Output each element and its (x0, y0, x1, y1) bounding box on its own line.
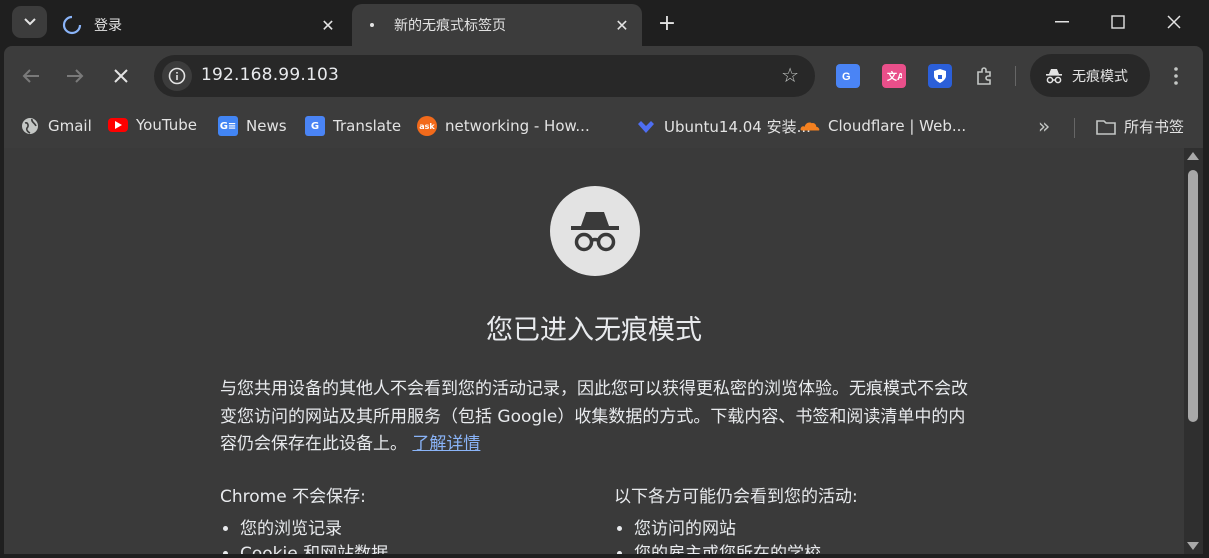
scroll-up-arrow-icon[interactable] (1187, 152, 1199, 160)
chrome-wont-save-section: Chrome 不会保存: 您的浏览记录 Cookie 和网站数据 (220, 482, 388, 554)
bookmark-translate[interactable]: G Translate (305, 116, 401, 136)
tab-login[interactable]: 登录 ✕ (52, 4, 348, 46)
shield-lock-extension-icon[interactable] (928, 64, 952, 88)
section-heading: Chrome 不会保存: (220, 487, 366, 507)
list-item: Cookie 和网站数据 (240, 542, 388, 554)
more-menu-button[interactable] (1164, 62, 1188, 90)
maximize-icon (1111, 15, 1125, 29)
incognito-label: 无痕模式 (1072, 68, 1128, 85)
loading-spinner-icon (62, 15, 82, 35)
bookmarks-bar: Gmail YouTube G≡ News G Translate ask ne… (4, 106, 1203, 149)
svg-text:G: G (842, 71, 851, 83)
minimize-icon (1055, 21, 1069, 23)
cloudflare-icon (800, 116, 820, 136)
forward-button[interactable] (60, 61, 90, 91)
back-button[interactable] (16, 61, 46, 91)
bookmark-youtube[interactable]: YouTube (108, 116, 197, 134)
learn-more-link[interactable]: 了解详情 (412, 434, 480, 454)
url-text[interactable]: 192.168.99.103 (201, 65, 339, 85)
bookmark-networking[interactable]: ask networking - How... (417, 116, 590, 136)
tab-title: 新的无痕式标签页 (394, 18, 506, 34)
list-item: 您访问的网站 (634, 517, 858, 542)
vertical-scrollbar[interactable] (1184, 148, 1203, 554)
incognito-ntp: 您已进入无痕模式 与您共用设备的其他人不会看到您的活动记录，因此您可以获得更私密… (4, 148, 1184, 554)
svg-text:文A: 文A (887, 70, 902, 83)
site-info-button[interactable] (162, 61, 192, 91)
close-icon (1167, 15, 1181, 29)
scrollbar-thumb[interactable] (1188, 170, 1198, 422)
browser-window: 登录 ✕ 新的无痕式标签页 ✕ + 192.168.99.103 ☆ G 文A … (0, 0, 1209, 558)
globe-icon (20, 116, 40, 136)
youtube-icon (108, 118, 128, 132)
bookmark-cloudflare[interactable]: Cloudflare | Web... (800, 116, 966, 136)
chevron-down-icon (23, 18, 36, 26)
folder-icon (1096, 117, 1116, 137)
more-vert-icon (1174, 67, 1178, 85)
tab-new-incognito[interactable]: 新的无痕式标签页 ✕ (352, 4, 642, 46)
list-item: 您的雇主或您所在的学校 (634, 542, 858, 554)
toolbar: 192.168.99.103 ☆ G 文A 无痕模式 (4, 46, 1203, 106)
list-item: 您的浏览记录 (240, 517, 388, 542)
close-icon (114, 69, 128, 83)
tab-strip: 登录 ✕ 新的无痕式标签页 ✕ + (0, 0, 1209, 46)
address-bar[interactable]: 192.168.99.103 ☆ (154, 55, 815, 97)
maximize-button[interactable] (1090, 4, 1146, 40)
minimize-button[interactable] (1034, 4, 1090, 40)
incognito-icon (550, 186, 640, 276)
info-icon (168, 67, 186, 85)
all-bookmarks-button[interactable]: 所有书签 (1096, 116, 1184, 137)
scroll-down-arrow-icon[interactable] (1187, 542, 1199, 550)
google-translate-icon: G (305, 116, 325, 136)
toolbar-divider (1015, 66, 1016, 86)
tab-close-icon[interactable]: ✕ (610, 13, 634, 37)
stop-button[interactable] (106, 61, 136, 91)
page-title: 您已进入无痕模式 (486, 315, 702, 346)
bookmarks-divider (1074, 118, 1075, 138)
bookmark-news[interactable]: G≡ News (218, 116, 287, 136)
tab-close-icon[interactable]: ✕ (316, 13, 340, 37)
ask-icon: ask (417, 116, 437, 136)
incognito-profile-button[interactable]: 无痕模式 (1030, 54, 1150, 97)
google-news-icon: G≡ (218, 116, 238, 136)
tab-title: 登录 (94, 18, 122, 34)
translate-extension-icon[interactable]: 文A (882, 64, 906, 88)
bookmarks-overflow-icon[interactable]: » (1038, 114, 1050, 138)
extensions-puzzle-icon[interactable] (972, 64, 996, 88)
description-text: 与您共用设备的其他人不会看到您的活动记录，因此您可以获得更私密的浏览体验。无痕模… (220, 379, 968, 454)
diamond-icon (636, 117, 656, 137)
bookmark-star-icon[interactable]: ☆ (781, 63, 799, 87)
arrow-left-icon (22, 69, 39, 83)
new-tab-button[interactable]: + (652, 8, 682, 38)
incognito-icon (1044, 68, 1064, 84)
activity-visible-section: 以下各方可能仍会看到您的活动: 您访问的网站 您的雇主或您所在的学校 (614, 482, 858, 554)
incognito-description: 与您共用设备的其他人不会看到您的活动记录，因此您可以获得更私密的浏览体验。无痕模… (220, 376, 980, 459)
close-window-button[interactable] (1146, 4, 1202, 40)
bookmark-gmail[interactable]: Gmail (20, 116, 92, 136)
dot-icon (362, 15, 382, 35)
google-translate-extension-icon[interactable]: G (836, 64, 860, 88)
bookmark-ubuntu[interactable]: Ubuntu14.04 安装... (636, 116, 811, 137)
tab-search-button[interactable] (12, 6, 47, 38)
section-heading: 以下各方可能仍会看到您的活动: (614, 487, 858, 507)
arrow-right-icon (67, 69, 84, 83)
